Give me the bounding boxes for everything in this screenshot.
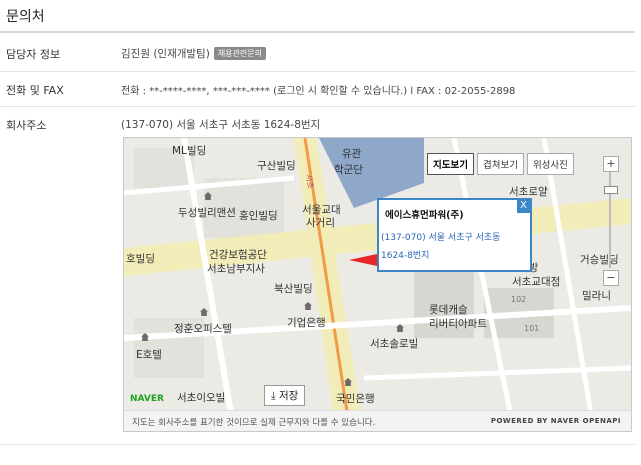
save-label: 저장	[278, 390, 299, 402]
map-label-bunsan: 북산빌딩	[274, 283, 313, 295]
recruit-inquiry-badge[interactable]: 채용관련문의	[213, 47, 266, 60]
map-disclaimer: 지도는 회사주소를 표기한 것이므로 실제 근무지와 다를 수 있습니다.	[132, 418, 376, 428]
page-title: 문의처	[6, 9, 45, 25]
title-divider	[0, 31, 635, 33]
map-label-gieup: 기업은행	[287, 317, 326, 329]
map-label-lotte: 롯데캐슬	[429, 304, 468, 316]
zoom-out-button[interactable]: −	[603, 270, 619, 286]
popup-title: 에이스휴먼파워(주)	[385, 210, 464, 221]
company-map[interactable]: ML빌딩 구산빌딩 유관 학군단 서초 서초로얄 두성빌리맨션 홍인빌딩 서울교…	[123, 137, 632, 432]
map-label-hakgundan: 학군단	[334, 164, 363, 176]
popup-address: (137-070) 서울 서초구 서초동 1624-8번지	[381, 233, 501, 261]
address-value: (137-070) 서울 서초구 서초동 1624-8번지	[121, 119, 321, 131]
save-button[interactable]: ⤓ 저장	[264, 385, 306, 406]
map-label-102: 102	[511, 295, 527, 304]
map-label-yugwan: 유관	[342, 148, 362, 160]
phone-value: 전화 : **-****-****, ***-***-**** (로그인 시 확…	[121, 86, 516, 97]
map-label-liberty: 리버티아파트	[429, 318, 487, 330]
zoom-in-button[interactable]: +	[603, 156, 619, 172]
map-label-seochosol: 서초솔로빌	[370, 338, 419, 350]
map-label-suseong: 두성빌리맨션	[178, 207, 236, 219]
manager-name: 김진원 (인재개발팀)	[121, 48, 210, 60]
naver-logo: NAVER	[130, 394, 164, 404]
address-label: 회사주소	[6, 119, 47, 132]
tab-map-view[interactable]: 지도보기	[427, 153, 474, 175]
map-label-ml: ML빌딩	[172, 145, 207, 157]
location-popup: 에이스휴먼파워(주) (137-070) 서울 서초구 서초동 1624-8번지…	[377, 198, 532, 272]
zoom-slider-handle[interactable]	[604, 186, 618, 194]
map-label-jeonghun: 정훈오피스텔	[174, 323, 232, 335]
map-footer: 지도는 회사주소를 표기한 것이므로 실제 근무지와 다를 수 있습니다. PO…	[124, 410, 631, 431]
powered-by-naver[interactable]: POWERED BY NAVER OPENAPI	[491, 417, 621, 425]
location-marker-icon[interactable]	[349, 254, 377, 266]
bottom-divider	[0, 444, 635, 445]
map-label-seocho-nambu: 서초남부지사	[207, 263, 265, 275]
tab-satellite-view[interactable]: 위성사진	[526, 153, 574, 175]
manager-label: 담당자 정보	[6, 48, 61, 61]
map-label-101: 101	[524, 324, 540, 333]
map-label-seochoro: 서초로얄	[509, 186, 548, 198]
close-icon[interactable]: X	[517, 200, 530, 213]
tab-overlay-view[interactable]: 겹쳐보기	[476, 153, 524, 175]
phone-label: 전화 및 FAX	[6, 84, 64, 97]
map-label-seocho-gyodae: 서초교대점	[512, 276, 561, 288]
map-label-geongang: 건강보험공단	[209, 249, 267, 261]
download-icon: ⤓	[271, 390, 279, 402]
zoom-control: + −	[603, 156, 619, 286]
row-divider	[0, 71, 635, 72]
map-label-seochoi: 서초이오빌	[177, 392, 226, 404]
map-view-tabs: 지도보기 겹쳐보기 위성사진	[427, 153, 577, 175]
map-label-gukmin: 국민은행	[336, 393, 375, 405]
map-label-hongin: 홍인빌딩	[239, 210, 278, 222]
row-divider	[0, 106, 635, 107]
map-label-seocho-top: 서초	[303, 173, 316, 190]
map-label-milani: 밀라니	[582, 290, 611, 302]
map-label-ehotel: E호텔	[136, 349, 162, 361]
map-label-sageori: 사거리	[306, 217, 335, 229]
map-label-gusan: 구산빌딩	[257, 160, 296, 172]
manager-value: 김진원 (인재개발팀) 채용관련문의	[121, 46, 266, 61]
map-label-hobilding: 호빌딩	[126, 253, 155, 265]
